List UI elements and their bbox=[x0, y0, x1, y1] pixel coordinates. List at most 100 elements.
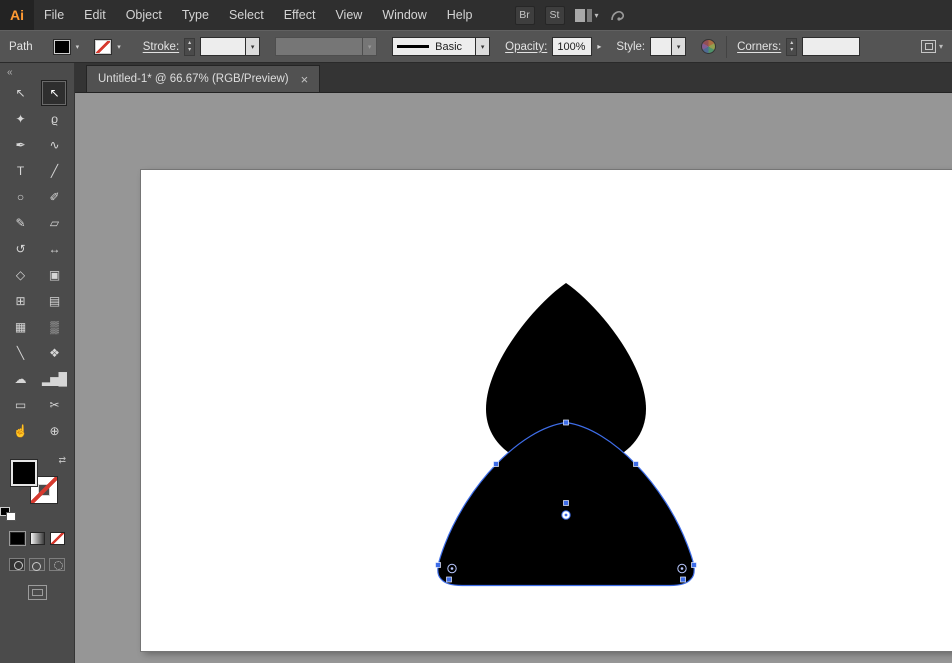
gradient-tool[interactable]: ▒ bbox=[41, 314, 67, 340]
ellipse-tool[interactable]: ○ bbox=[7, 184, 33, 210]
anchor-point-apex[interactable] bbox=[564, 420, 569, 425]
anchor-point-right-edge[interactable] bbox=[692, 563, 697, 568]
opacity-flyout-icon[interactable]: ▸ bbox=[597, 42, 601, 51]
brush-definition-select[interactable]: Basic bbox=[392, 37, 476, 56]
default-fill-stroke-icon[interactable] bbox=[1, 508, 15, 520]
rotate-tool[interactable]: ↺ bbox=[7, 236, 33, 262]
stroke-dropdown-icon[interactable]: ▾ bbox=[116, 43, 122, 51]
collapse-panel-icon[interactable]: « bbox=[0, 63, 20, 78]
brush-stroke-preview-icon bbox=[397, 45, 429, 48]
fill-indicator[interactable] bbox=[11, 460, 37, 486]
canvas[interactable] bbox=[75, 93, 952, 663]
menu-select[interactable]: Select bbox=[219, 0, 274, 30]
workspace-grid-icon bbox=[575, 9, 592, 22]
shaper-tool[interactable]: ✎ bbox=[7, 210, 33, 236]
none-button[interactable] bbox=[50, 532, 65, 545]
stock-button[interactable]: St bbox=[545, 6, 565, 25]
type-tool[interactable]: T bbox=[7, 158, 33, 184]
opacity-input[interactable]: 100% bbox=[552, 37, 592, 56]
pen-tool[interactable]: ✒ bbox=[7, 132, 33, 158]
opacity-panel-link[interactable]: Opacity: bbox=[505, 41, 547, 53]
fill-color-swatch[interactable] bbox=[54, 40, 70, 54]
artboard-tool[interactable]: ▭ bbox=[7, 392, 33, 418]
menu-edit[interactable]: Edit bbox=[74, 0, 116, 30]
mesh-tool[interactable]: ▦ bbox=[7, 314, 33, 340]
app-logo[interactable]: Ai bbox=[0, 0, 34, 30]
draw-behind-button[interactable] bbox=[29, 558, 45, 571]
draw-inside-button[interactable] bbox=[49, 558, 65, 571]
corners-input[interactable] bbox=[802, 37, 860, 56]
magic-wand-tool[interactable]: ✦ bbox=[7, 106, 33, 132]
anchor-point-bottom-left[interactable] bbox=[447, 577, 452, 582]
stepper-up-icon[interactable]: ▴ bbox=[787, 40, 796, 47]
workspace: « ↖↖✦ϱ✒∿T╱○✐✎▱↺↔◇▣⊞▤▦▒╲❖☁▂▅█▭✂☝⊕ ⇄ bbox=[0, 63, 952, 663]
anchor-point-bottom-right[interactable] bbox=[681, 577, 686, 582]
menu-view[interactable]: View bbox=[325, 0, 372, 30]
free-transform-tool[interactable]: ▣ bbox=[41, 262, 67, 288]
swap-fill-stroke-icon[interactable]: ⇄ bbox=[58, 455, 66, 466]
screen-mode-button[interactable] bbox=[28, 585, 47, 600]
stroke-color-swatch[interactable] bbox=[95, 40, 111, 54]
stepper-down-icon[interactable]: ▾ bbox=[185, 47, 194, 54]
document-area: Untitled-1* @ 66.67% (RGB/Preview) × bbox=[75, 63, 952, 663]
document-tab-title: Untitled-1* @ 66.67% (RGB/Preview) bbox=[98, 73, 289, 85]
style-dropdown-icon[interactable]: ▾ bbox=[672, 37, 686, 56]
column-graph-tool[interactable]: ▂▅█ bbox=[41, 366, 67, 392]
bridge-button[interactable]: Br bbox=[515, 6, 535, 25]
anchor-point-center[interactable] bbox=[564, 501, 569, 506]
hand-tool[interactable]: ☝ bbox=[7, 418, 33, 444]
stepper-down-icon[interactable]: ▾ bbox=[787, 47, 796, 54]
center-target[interactable] bbox=[562, 511, 570, 519]
color-button[interactable] bbox=[10, 532, 25, 545]
stroke-panel-link[interactable]: Stroke: bbox=[143, 41, 179, 53]
workspace-switcher[interactable]: ▾ bbox=[575, 9, 599, 22]
menu-effect[interactable]: Effect bbox=[274, 0, 326, 30]
gradient-button[interactable] bbox=[30, 532, 45, 545]
line-segment-tool[interactable]: ╱ bbox=[41, 158, 67, 184]
stroke-weight-dropdown-icon[interactable]: ▾ bbox=[246, 37, 260, 56]
menu-file[interactable]: File bbox=[34, 0, 74, 30]
tab-close-icon[interactable]: × bbox=[301, 73, 309, 86]
style-swatch[interactable] bbox=[650, 37, 672, 56]
style-label: Style: bbox=[616, 41, 645, 53]
scale-tool[interactable]: ↔ bbox=[41, 236, 67, 262]
menu-object[interactable]: Object bbox=[116, 0, 172, 30]
stroke-weight-combo[interactable]: ▾ bbox=[200, 37, 260, 56]
brush-dropdown-icon[interactable]: ▾ bbox=[476, 37, 490, 56]
stepper-up-icon[interactable]: ▴ bbox=[185, 40, 194, 47]
shape-builder-tool[interactable]: ⊞ bbox=[7, 288, 33, 314]
corners-stepper[interactable]: ▴▾ bbox=[786, 38, 797, 56]
menu-type[interactable]: Type bbox=[172, 0, 219, 30]
anchor-point-right-shoulder[interactable] bbox=[634, 462, 639, 467]
stroke-weight-input[interactable] bbox=[200, 37, 246, 56]
blend-tool[interactable]: ❖ bbox=[41, 340, 67, 366]
document-setup-group[interactable]: ▾ bbox=[921, 40, 943, 53]
document-layout-icon[interactable] bbox=[921, 40, 936, 53]
artboard[interactable] bbox=[141, 170, 952, 651]
anchor-point-left-shoulder[interactable] bbox=[494, 462, 499, 467]
brush-definition-combo[interactable]: Basic ▾ bbox=[392, 37, 490, 56]
menu-window[interactable]: Window bbox=[372, 0, 436, 30]
curvature-tool[interactable]: ∿ bbox=[41, 132, 67, 158]
perspective-grid-tool[interactable]: ▤ bbox=[41, 288, 67, 314]
style-combo[interactable]: ▾ bbox=[650, 37, 686, 56]
zoom-tool[interactable]: ⊕ bbox=[41, 418, 67, 444]
anchor-point-left-edge[interactable] bbox=[436, 563, 441, 568]
direct-selection-tool[interactable]: ↖ bbox=[41, 80, 67, 106]
menu-help[interactable]: Help bbox=[437, 0, 483, 30]
stroke-weight-stepper[interactable]: ▴▾ bbox=[184, 38, 195, 56]
width-tool[interactable]: ◇ bbox=[7, 262, 33, 288]
eyedropper-tool[interactable]: ╲ bbox=[7, 340, 33, 366]
symbol-sprayer-tool[interactable]: ☁ bbox=[7, 366, 33, 392]
document-tab[interactable]: Untitled-1* @ 66.67% (RGB/Preview) × bbox=[86, 65, 320, 92]
corners-link[interactable]: Corners: bbox=[737, 41, 781, 53]
fill-dropdown-icon[interactable]: ▾ bbox=[75, 43, 81, 51]
lasso-tool[interactable]: ϱ bbox=[41, 106, 67, 132]
recolor-artwork-icon[interactable] bbox=[701, 39, 716, 54]
paintbrush-tool[interactable]: ✐ bbox=[41, 184, 67, 210]
touch-workspace-icon[interactable] bbox=[609, 7, 629, 23]
eraser-tool[interactable]: ▱ bbox=[41, 210, 67, 236]
selection-tool[interactable]: ↖ bbox=[7, 80, 33, 106]
draw-normal-button[interactable] bbox=[9, 558, 25, 571]
slice-tool[interactable]: ✂ bbox=[41, 392, 67, 418]
